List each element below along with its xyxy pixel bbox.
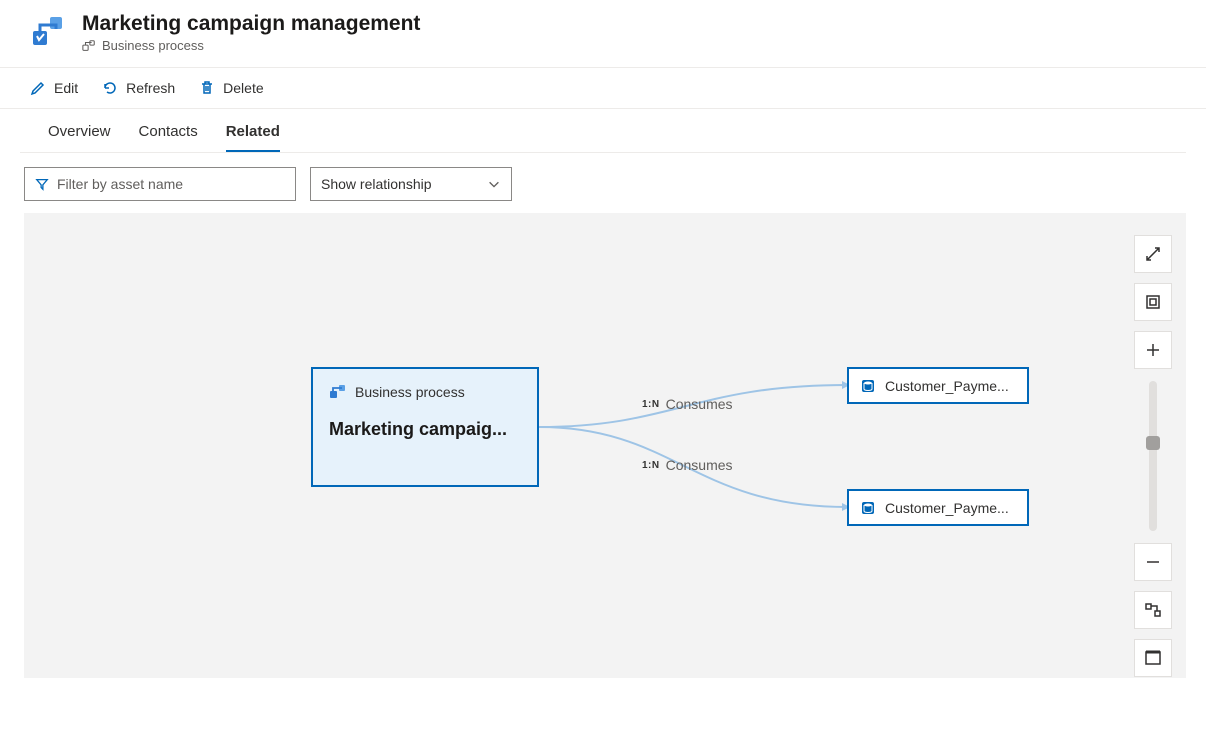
page-header: Marketing campaign management Business p… bbox=[0, 0, 1206, 67]
zoom-in-button[interactable] bbox=[1134, 331, 1172, 369]
node-main[interactable]: Business process Marketing campaig... bbox=[311, 367, 539, 487]
minus-icon bbox=[1144, 553, 1162, 571]
fit-screen-icon bbox=[1144, 293, 1162, 311]
tab-contacts[interactable]: Contacts bbox=[139, 123, 198, 152]
trash-icon bbox=[199, 80, 215, 96]
refresh-icon bbox=[102, 80, 118, 96]
filter-input-wrapper[interactable] bbox=[24, 167, 296, 201]
relationship-canvas[interactable]: 1:N Consumes 1:N Consumes Business proce… bbox=[24, 213, 1186, 678]
node-title: Marketing campaig... bbox=[329, 419, 507, 440]
edge-cardinality: 1:N bbox=[642, 460, 660, 471]
fit-button[interactable] bbox=[1134, 283, 1172, 321]
zoom-slider[interactable] bbox=[1149, 381, 1157, 531]
edit-label: Edit bbox=[54, 80, 78, 96]
pencil-icon bbox=[30, 80, 46, 96]
page-subtitle: Business process bbox=[82, 38, 420, 53]
delete-button[interactable]: Delete bbox=[197, 76, 265, 100]
node-type-label: Business process bbox=[355, 384, 465, 400]
node-label: Customer_Payme... bbox=[885, 500, 1009, 516]
zoom-thumb[interactable] bbox=[1146, 436, 1160, 450]
tab-overview[interactable]: Overview bbox=[48, 123, 111, 152]
refresh-button[interactable]: Refresh bbox=[100, 76, 177, 100]
page-subtitle-text: Business process bbox=[102, 38, 204, 53]
filter-icon bbox=[35, 177, 49, 191]
tab-bar: Overview Contacts Related bbox=[20, 109, 1186, 153]
edge-name: Consumes bbox=[666, 396, 733, 412]
relationship-dropdown[interactable]: Show relationship bbox=[310, 167, 512, 201]
edge-label-1: 1:N Consumes bbox=[642, 457, 733, 473]
delete-label: Delete bbox=[223, 80, 263, 96]
node-target-0[interactable]: Customer_Payme... bbox=[847, 367, 1029, 404]
process-small-icon bbox=[82, 39, 96, 53]
tab-related[interactable]: Related bbox=[226, 123, 280, 152]
edit-button[interactable]: Edit bbox=[28, 76, 80, 100]
edge-label-0: 1:N Consumes bbox=[642, 396, 733, 412]
edge-cardinality: 1:N bbox=[642, 399, 660, 410]
database-icon bbox=[859, 499, 877, 517]
layout-icon bbox=[1144, 601, 1162, 619]
chevron-down-icon bbox=[487, 177, 501, 191]
minimap-icon bbox=[1144, 649, 1162, 667]
edge-name: Consumes bbox=[666, 457, 733, 473]
expand-icon bbox=[1144, 245, 1162, 263]
business-process-icon bbox=[329, 383, 347, 401]
toolbar: Edit Refresh Delete bbox=[0, 67, 1206, 109]
minimap-button[interactable] bbox=[1134, 639, 1172, 677]
refresh-label: Refresh bbox=[126, 80, 175, 96]
zoom-out-button[interactable] bbox=[1134, 543, 1172, 581]
plus-icon bbox=[1144, 341, 1162, 359]
relationship-label: Show relationship bbox=[321, 176, 432, 192]
business-process-icon bbox=[28, 13, 68, 53]
node-target-1[interactable]: Customer_Payme... bbox=[847, 489, 1029, 526]
node-label: Customer_Payme... bbox=[885, 378, 1009, 394]
filter-input[interactable] bbox=[57, 176, 285, 192]
page-title: Marketing campaign management bbox=[82, 12, 420, 36]
edge-layer bbox=[24, 213, 1186, 678]
database-icon bbox=[859, 377, 877, 395]
fullscreen-button[interactable] bbox=[1134, 235, 1172, 273]
layout-button[interactable] bbox=[1134, 591, 1172, 629]
canvas-tool-column bbox=[1134, 235, 1172, 677]
filter-row: Show relationship bbox=[0, 153, 1206, 213]
